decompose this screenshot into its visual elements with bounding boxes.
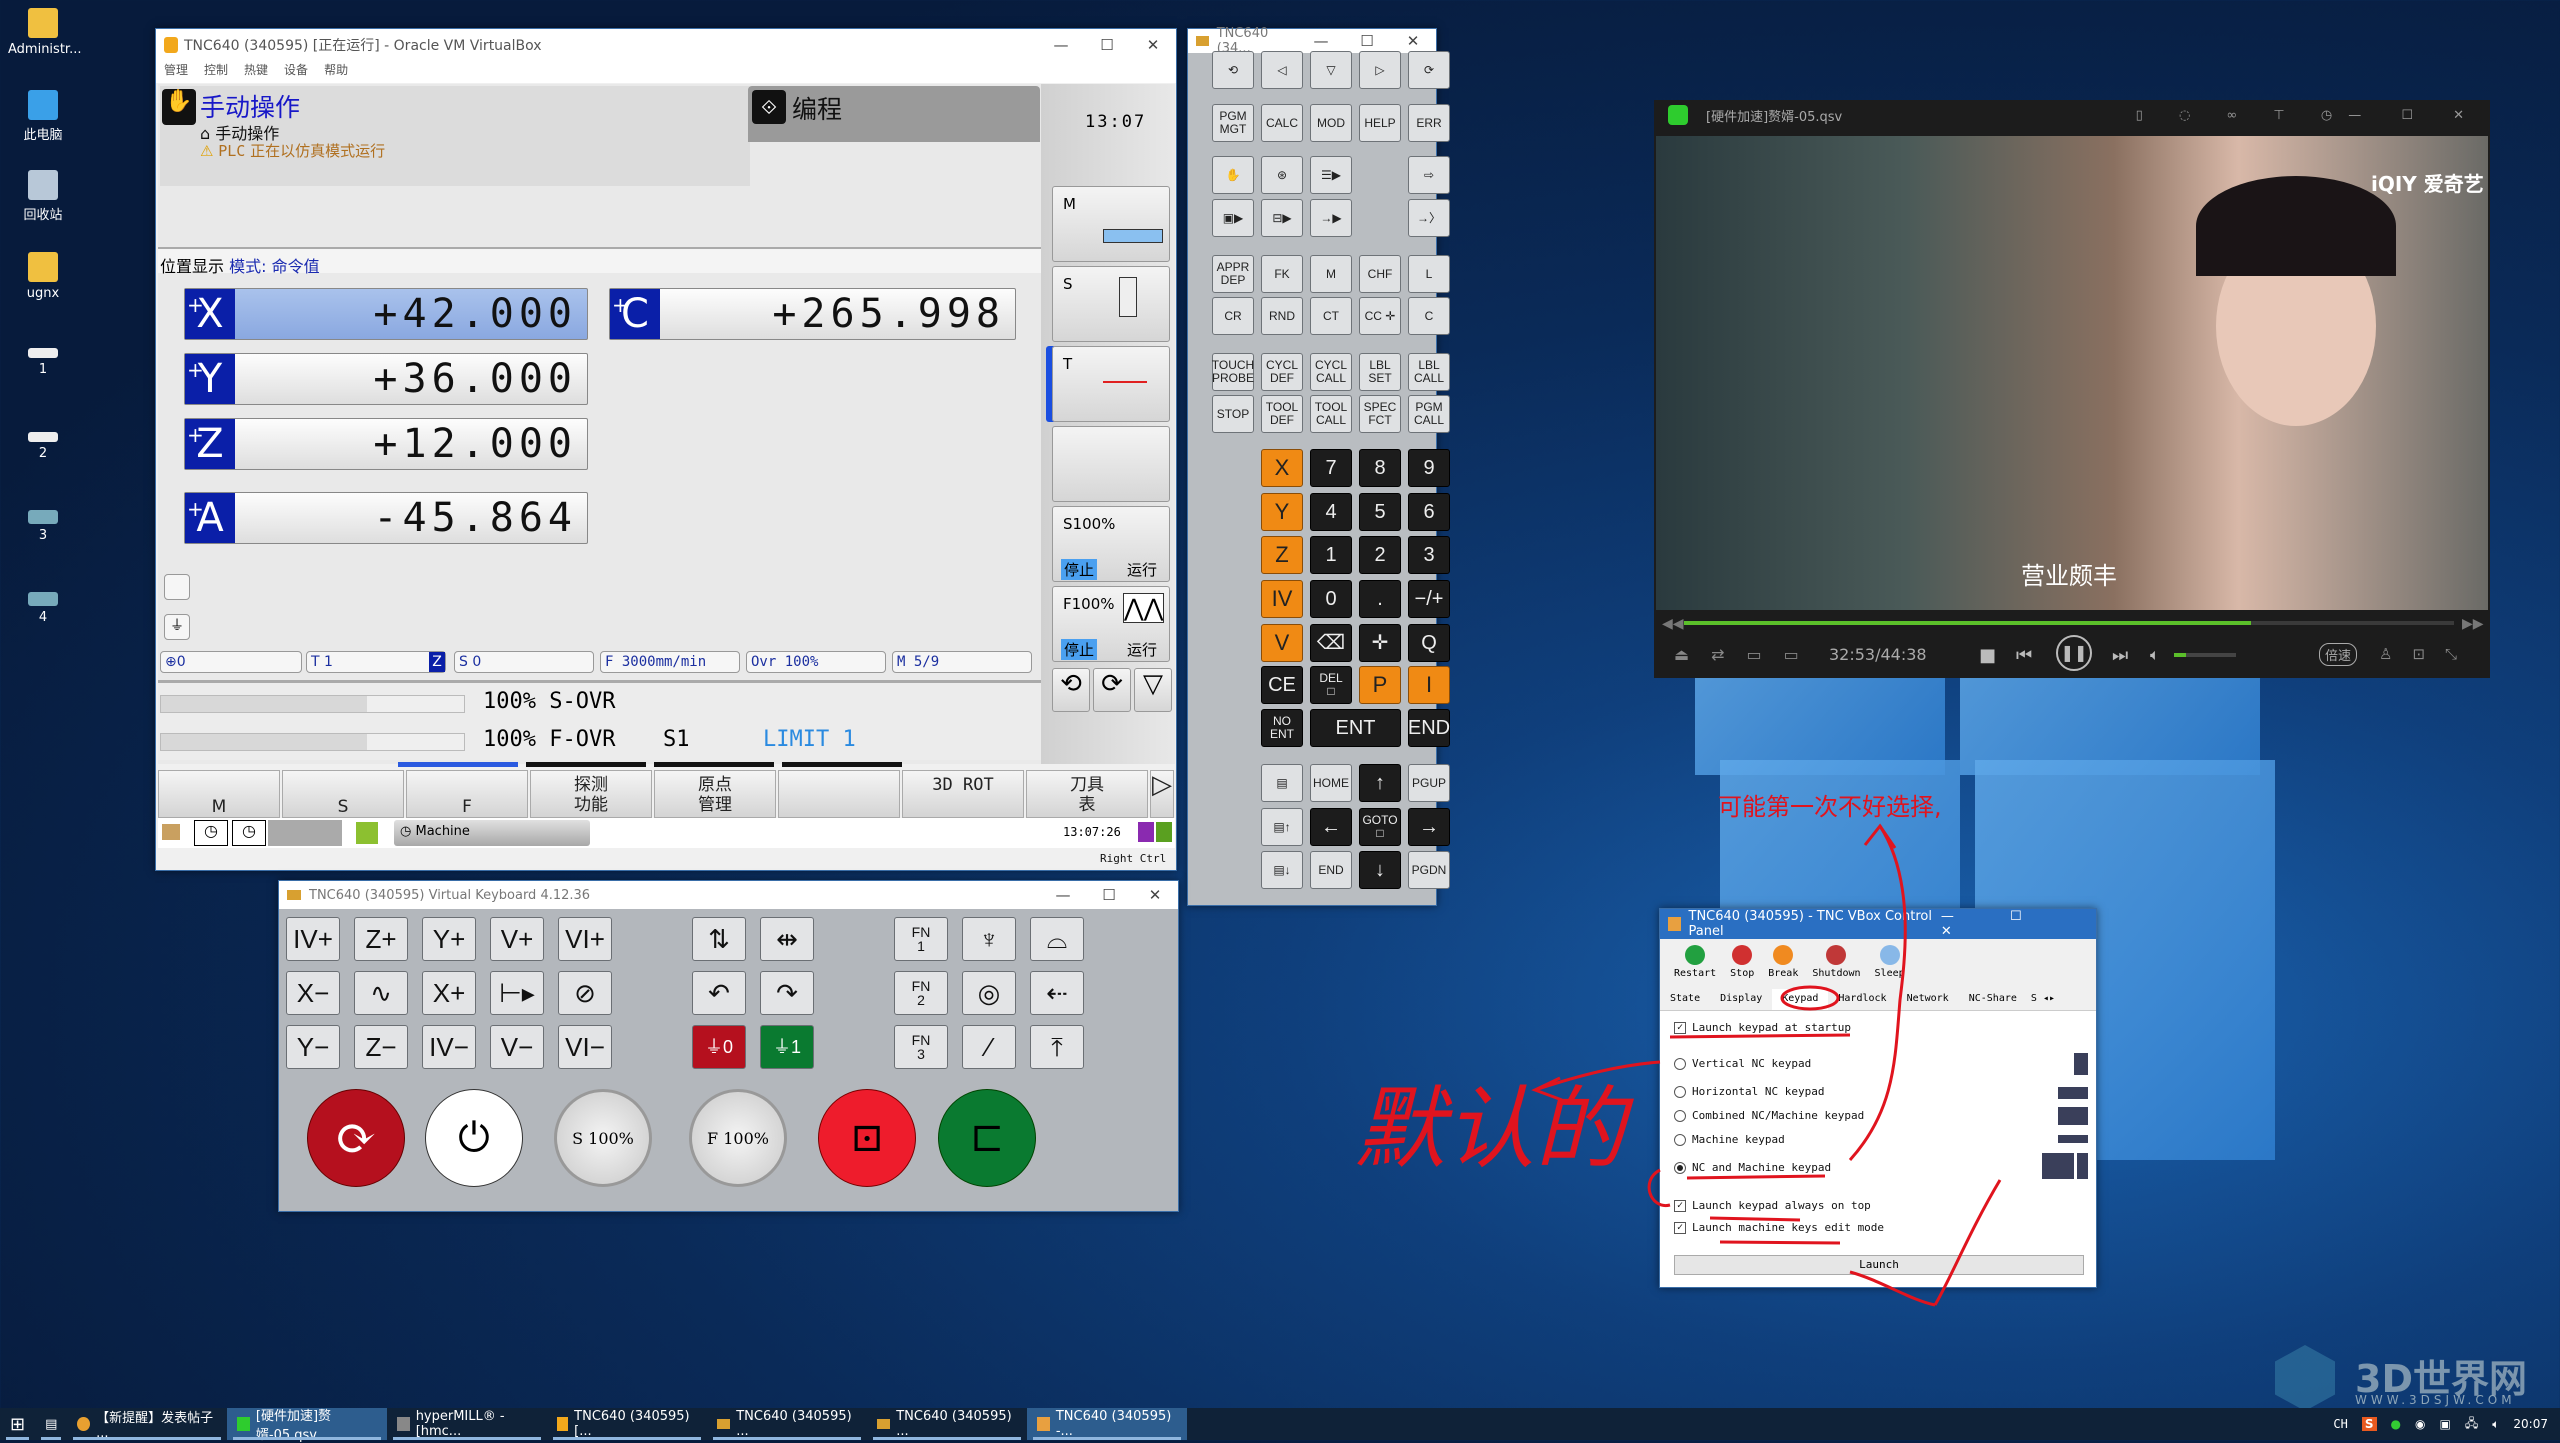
taskbar-label: TNC640 (340595) ... bbox=[736, 1409, 852, 1439]
taskbar-item-tnc-keypad[interactable]: TNC640 (340595) ... bbox=[707, 1408, 867, 1440]
system-clock: 20:07 bbox=[2513, 1417, 2548, 1431]
qq-icon[interactable]: ◉ bbox=[2415, 1417, 2425, 1431]
taskbar-label: 【新提醒】发表帖子 ... bbox=[96, 1411, 214, 1441]
taskbar-item-tnc-keyboard[interactable]: TNC640 (340595) ... bbox=[867, 1408, 1027, 1440]
wechat-icon[interactable]: ● bbox=[2391, 1417, 2401, 1431]
volume-icon[interactable]: 🔈︎ bbox=[2492, 1417, 2499, 1432]
annotation-arrow-down bbox=[1849, 1179, 2002, 1307]
input-language[interactable]: CH bbox=[2333, 1417, 2347, 1431]
taskbar-item-tnc-control-panel[interactable]: TNC640 (340595) -... bbox=[1027, 1408, 1188, 1440]
annotation-underline bbox=[1669, 1033, 1851, 1039]
watermark-url: WWW.3DSJW.COM bbox=[2355, 1393, 2516, 1407]
annotation-curve bbox=[1848, 825, 1907, 1162]
taskbar-label: TNC640 (340595) -... bbox=[1055, 1409, 1172, 1439]
taskbar-item-browser[interactable]: 【新提醒】发表帖子 ... bbox=[67, 1408, 227, 1441]
taskbar: ⊞ ▤ 【新提醒】发表帖子 ... [硬件加速]赘婿-05.qsv hyperM… bbox=[0, 1408, 2560, 1443]
annotation-curve bbox=[1647, 1168, 1671, 1207]
annotation-underline bbox=[1686, 1174, 1826, 1180]
red-annotations: 可能第一次不好选择, 默认的 bbox=[1355, 793, 2002, 1307]
annotation-underline bbox=[1709, 1216, 1801, 1222]
task-view-button[interactable]: ▤ bbox=[35, 1408, 67, 1440]
taskbar-item-hypermill[interactable]: hyperMILL® - [hmc... bbox=[387, 1408, 547, 1440]
taskbar-label: TNC640 (340595) [... bbox=[574, 1409, 690, 1439]
taskbar-item-tnc-virtualbox[interactable]: TNC640 (340595) [... bbox=[547, 1408, 707, 1440]
taskbar-item-iqiyi[interactable]: [硬件加速]赘婿-05.qsv bbox=[227, 1408, 388, 1443]
taskbar-label: TNC640 (340595) ... bbox=[896, 1409, 1012, 1439]
taskbar-label: hyperMILL® - [hmc... bbox=[415, 1409, 505, 1439]
taskbar-label: [硬件加速]赘婿-05.qsv bbox=[255, 1409, 332, 1443]
start-button[interactable]: ⊞ bbox=[0, 1408, 35, 1440]
annotation-note-1: 可能第一次不好选择, bbox=[1718, 793, 1942, 821]
system-tray: CH S ● ◉ ▣ 🖧︎ 🔈︎ 20:07 bbox=[2333, 1414, 2560, 1435]
notification-icon[interactable]: ▣ bbox=[2439, 1417, 2450, 1431]
annotation-underline bbox=[1719, 1240, 1841, 1245]
annotation-note-2: 默认的 bbox=[1355, 1077, 1634, 1182]
annotation-circle-keypad-tab bbox=[1780, 985, 1840, 1011]
network-icon[interactable]: 🖧︎ bbox=[2465, 1414, 2478, 1435]
sogou-ime-icon[interactable]: S bbox=[2361, 1417, 2377, 1431]
